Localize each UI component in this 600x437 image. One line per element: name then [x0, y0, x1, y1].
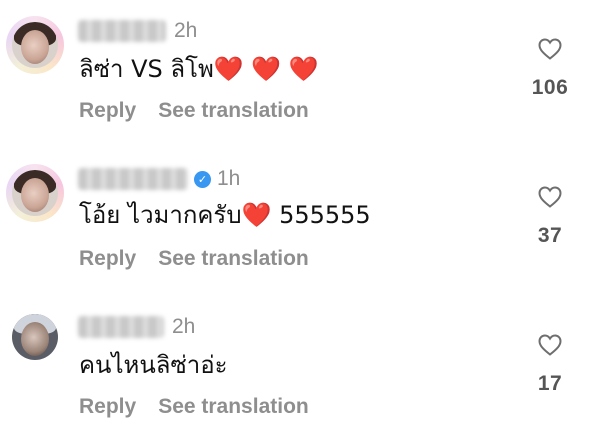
- username[interactable]: ah_mara: [78, 20, 166, 42]
- timestamp: 2h: [172, 315, 196, 338]
- comment-actions: Reply See translation: [79, 394, 309, 420]
- reply-button[interactable]: Reply: [79, 246, 136, 272]
- comment-body: คนไหนลิซ่าอ่ะ: [79, 351, 228, 379]
- heart-emoji: ❤️: [241, 201, 272, 229]
- username[interactable]: baanakanai: [78, 168, 188, 190]
- comment-text: โอ้ย ไวมากครับ❤️ 555555: [79, 200, 371, 230]
- comment-text: คนไหนลิซ่าอ่ะ: [79, 350, 228, 380]
- username[interactable]: aoyyllka: [78, 316, 164, 338]
- comment-text: ลิซ่า VS ลิโพ❤️ ❤️ ❤️: [79, 54, 319, 84]
- timestamp: 2h: [174, 19, 198, 42]
- like-count: 37: [537, 224, 563, 247]
- comment-body: ลิซ่า VS ลิโพ: [79, 55, 214, 83]
- reply-button[interactable]: Reply: [79, 394, 136, 420]
- comment-actions: Reply See translation: [79, 246, 309, 272]
- heart-outline-icon: [538, 186, 562, 208]
- like-button[interactable]: 106: [528, 38, 572, 100]
- heart-outline-icon: [538, 38, 562, 60]
- see-translation-button[interactable]: See translation: [158, 246, 309, 272]
- avatar[interactable]: [6, 164, 64, 222]
- see-translation-button[interactable]: See translation: [158, 394, 309, 420]
- like-button[interactable]: 17: [528, 334, 572, 396]
- comment-item: baanakanai ✓ 1h โอ้ย ไวมากครับ❤️ 555555 …: [0, 148, 600, 296]
- comment-item: ah_mara 2h ลิซ่า VS ลิโพ❤️ ❤️ ❤️ Reply S…: [0, 0, 600, 148]
- verified-badge-icon: ✓: [194, 171, 211, 188]
- timestamp: 1h: [217, 167, 241, 190]
- like-count: 17: [537, 372, 563, 395]
- reply-button[interactable]: Reply: [79, 98, 136, 124]
- like-button[interactable]: 37: [528, 186, 572, 248]
- heart-emoji: ❤️ ❤️ ❤️: [213, 55, 319, 83]
- avatar[interactable]: [6, 308, 64, 366]
- heart-outline-icon: [538, 334, 562, 356]
- comments-list: ah_mara 2h ลิซ่า VS ลิโพ❤️ ❤️ ❤️ Reply S…: [0, 0, 600, 437]
- comment-body: โอ้ย ไวมากครับ: [79, 201, 242, 229]
- avatar-image: [12, 314, 58, 360]
- avatar-image: [12, 170, 58, 216]
- avatar[interactable]: [6, 16, 64, 74]
- comment-item: aoyyllka 2h คนไหนลิซ่าอ่ะ Reply See tran…: [0, 296, 600, 437]
- avatar-image: [12, 22, 58, 68]
- comment-body-tail: 555555: [271, 201, 371, 229]
- see-translation-button[interactable]: See translation: [158, 98, 309, 124]
- comment-actions: Reply See translation: [79, 98, 309, 124]
- like-count: 106: [531, 76, 569, 99]
